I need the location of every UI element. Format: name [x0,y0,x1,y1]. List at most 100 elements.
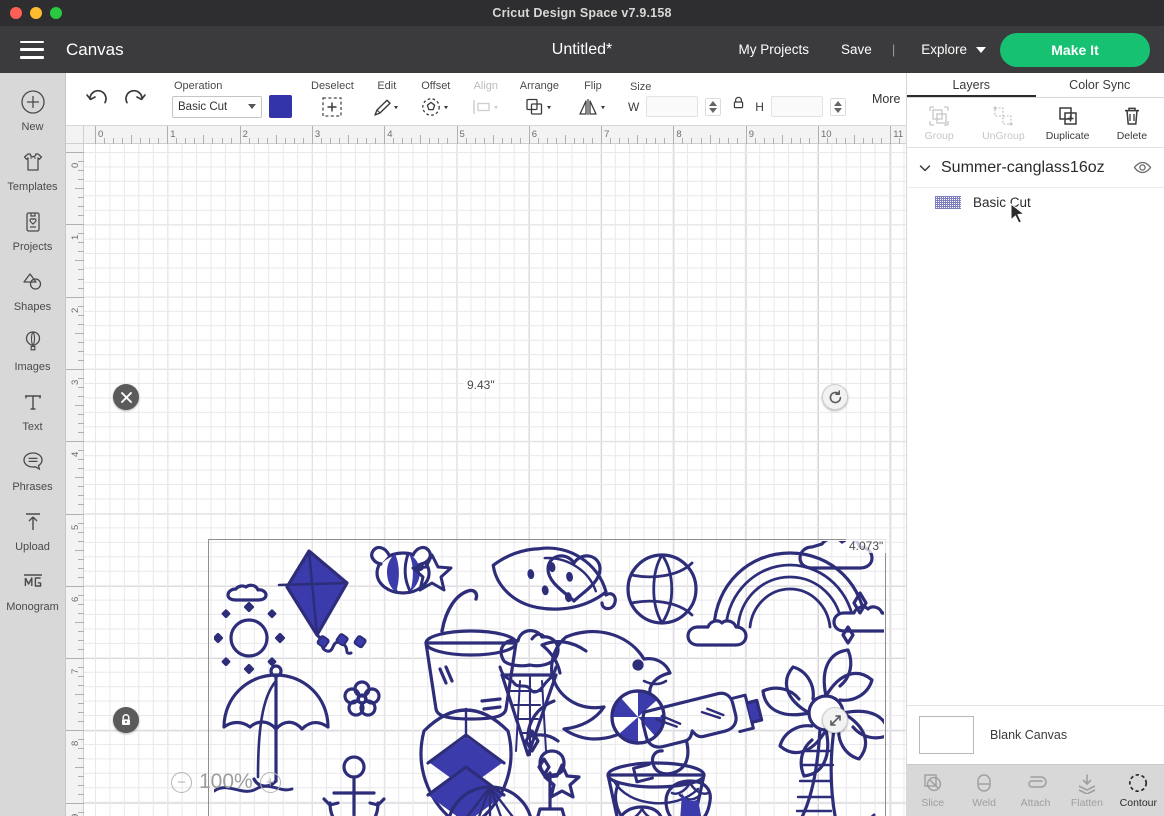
hot-air-balloon-icon [20,327,46,357]
delete-selection-handle[interactable] [113,384,139,410]
canvas-thumbnail[interactable] [919,716,974,754]
selection-bounding-box[interactable] [208,539,886,816]
monogram-icon [20,567,46,597]
height-label: H [755,99,764,114]
height-input[interactable] [770,96,823,117]
rotate-selection-handle[interactable] [822,384,848,410]
weld-button[interactable]: Weld [958,772,1009,809]
tab-layers[interactable]: Layers [907,73,1036,97]
arrange-button[interactable]: Arrange [511,80,568,118]
lock-selection-handle[interactable] [113,707,139,733]
chevron-down-icon [248,104,256,109]
sidebar-item-new[interactable]: New [0,87,66,133]
sidebar-item-upload[interactable]: Upload [0,507,66,553]
resize-selection-handle[interactable] [822,707,848,733]
ruler-tick-label: 8 [676,129,682,140]
zoom-in-button[interactable]: + [259,771,281,793]
window-titlebar: Cricut Design Space v7.9.158 [0,0,1164,26]
eye-icon[interactable] [1133,158,1152,177]
arrange-icon [523,95,555,118]
width-input[interactable] [646,96,699,117]
sidebar-item-text[interactable]: Text [0,387,66,433]
ruler-tick-label: 0 [70,162,81,168]
blank-canvas-row[interactable]: Blank Canvas [907,705,1164,764]
flatten-button[interactable]: Flatten [1061,772,1112,809]
layer-thumbnail [935,196,961,209]
selection-height-label: 4.073" [846,539,887,553]
sidebar-item-phrases[interactable]: Phrases [0,447,66,493]
group-button[interactable]: Group [907,104,971,142]
layer-name: Basic Cut [973,195,1031,210]
deselect-icon [321,95,343,118]
undo-icon[interactable] [84,88,108,110]
redo-icon[interactable] [124,88,148,110]
operation-label: Operation [174,80,223,92]
header-actions: My Projects Save | Explore Make It [723,32,1164,67]
save-button[interactable]: Save [825,42,888,57]
edit-toolbar: Operation Basic Cut Deselect Edit Offset… [66,73,915,126]
make-it-button[interactable]: Make It [1000,32,1150,67]
operation-color-swatch[interactable] [269,95,292,118]
project-card-icon [20,207,46,237]
lock-aspect-icon[interactable] [728,96,748,110]
hamburger-menu-icon[interactable] [20,40,44,59]
plus-circle-icon [20,87,46,117]
layer-group-name: Summer-canglass16oz [941,158,1105,176]
duplicate-icon [1057,104,1079,128]
sidebar-item-monogram[interactable]: Monogram [0,567,66,613]
ruler-tick-label: 6 [70,596,81,602]
ruler-tick-label: 5 [459,129,465,140]
layer-group-row[interactable]: Summer-canglass16oz [907,148,1164,188]
sidebar-label: Upload [15,541,50,553]
sidebar-item-shapes[interactable]: Shapes [0,267,66,313]
width-label: W [627,99,640,114]
delete-button[interactable]: Delete [1100,104,1164,142]
panel-empty-space [907,217,1164,705]
my-projects-link[interactable]: My Projects [723,42,826,57]
tshirt-icon [20,147,46,177]
ungroup-label: UnGroup [982,129,1025,142]
app-header: Canvas Untitled* My Projects Save | Expl… [0,26,1164,73]
machine-selector[interactable]: Explore [899,42,1000,57]
sidebar-item-projects[interactable]: Projects [0,207,66,253]
sidebar-item-images[interactable]: Images [0,327,66,373]
sidebar-label: Monogram [6,601,59,613]
slice-label: Slice [921,797,945,809]
window-title: Cricut Design Space v7.9.158 [492,6,672,20]
arrange-label: Arrange [519,80,559,92]
layer-row[interactable]: Basic Cut [907,188,1164,217]
ungroup-button[interactable]: UnGroup [971,104,1035,142]
ruler-tick-label: 11 [893,129,904,140]
attach-button[interactable]: Attach [1010,772,1061,809]
contour-button[interactable]: Contour [1113,772,1164,809]
tab-color-sync[interactable]: Color Sync [1036,73,1164,97]
deselect-button[interactable]: Deselect [302,80,363,118]
delete-label: Delete [1116,129,1148,142]
header-divider: | [891,42,896,57]
sidebar-item-templates[interactable]: Templates [0,147,66,193]
ruler-tick-label: 1 [70,235,81,241]
flip-label: Flip [584,80,602,92]
blank-canvas-label: Blank Canvas [990,728,1068,742]
duplicate-button[interactable]: Duplicate [1036,104,1100,142]
align-button[interactable]: Align [461,80,511,118]
right-panel: Layers Color Sync Group UnGroup Duplicat… [906,73,1164,816]
offset-button[interactable]: Offset [411,80,461,118]
ruler-tick-label: 7 [604,129,610,140]
selection-width-label: 9.43" [464,378,498,392]
width-stepper[interactable] [705,97,722,116]
slice-button[interactable]: Slice [907,772,958,809]
edit-button[interactable]: Edit [363,80,411,118]
operation-select[interactable]: Basic Cut [172,95,262,118]
zoom-out-button[interactable]: − [171,771,192,793]
chevron-down-icon[interactable] [917,160,933,176]
app-window: Cricut Design Space v7.9.158 Canvas Unti… [0,0,1164,816]
document-title[interactable]: Untitled* [552,41,612,59]
chevron-down-icon [976,46,986,53]
height-stepper[interactable] [829,97,846,116]
design-canvas[interactable]: 9.43" 4.073" − 100% + 0 1 2 3 4 5 6 7 8 9 10 11 012… [66,126,906,816]
flip-button[interactable]: Flip [568,80,618,118]
canvas-label: Canvas [66,39,124,59]
group-icon [928,104,950,128]
group-label: Group [924,129,954,142]
